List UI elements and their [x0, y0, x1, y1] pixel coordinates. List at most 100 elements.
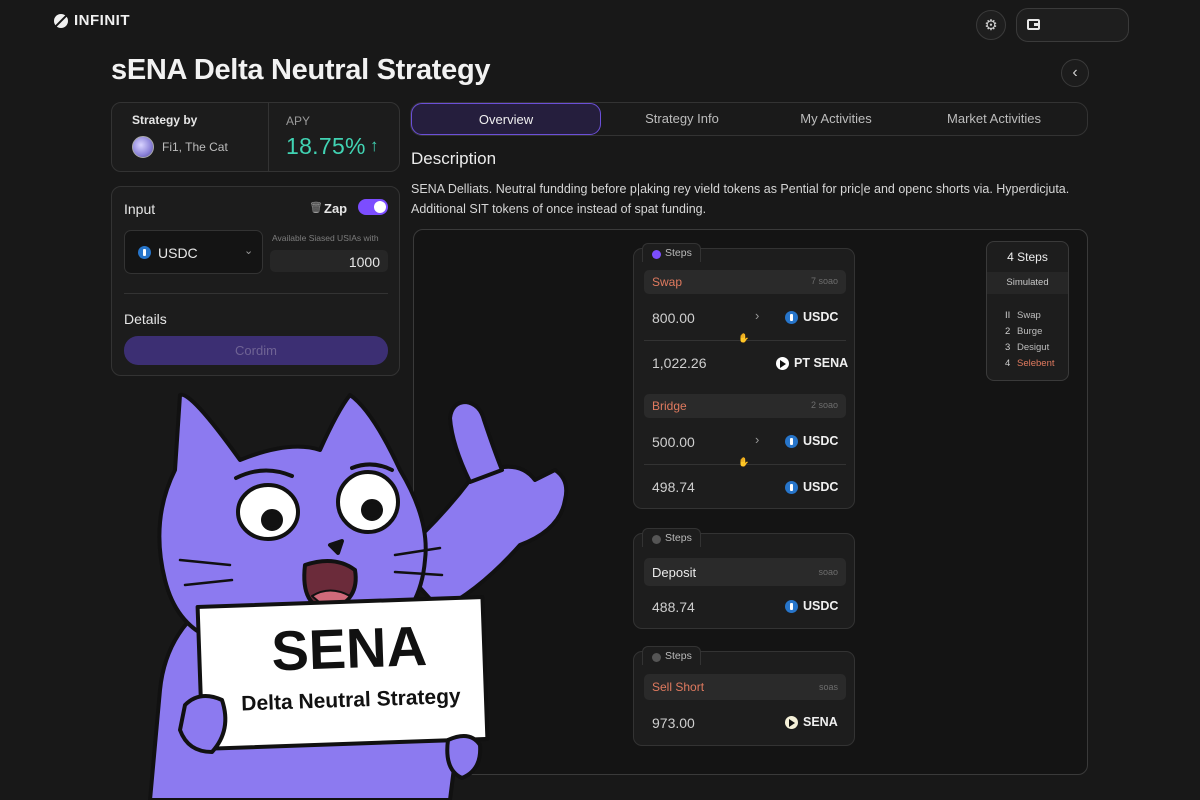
bridge-to-amount: 498.74 [652, 479, 695, 495]
step-sell-short-title: Sell Short [652, 680, 705, 694]
tab-market-activities[interactable]: Market Activities [909, 103, 1079, 135]
summary-item-label: Burge [1017, 326, 1043, 337]
summary-item[interactable]: 4 Selebent [1005, 356, 1055, 372]
token-label: USDC [803, 599, 839, 613]
bridge-from-token: USDC [785, 434, 838, 448]
author-avatar[interactable] [132, 136, 154, 158]
token-label: USDC [803, 434, 839, 448]
back-button[interactable]: ‹ [1061, 59, 1089, 87]
wallet-icon [1027, 19, 1040, 30]
swap-from-token: USDC [785, 310, 838, 324]
step-bridge-title: Bridge [652, 399, 687, 413]
zap-toggle[interactable] [358, 199, 388, 215]
top-bar: INFINIT ⚙ [0, 0, 1200, 48]
pt-sena-icon [776, 356, 789, 370]
usdc-icon [138, 246, 151, 259]
bridge-to-token: USDC [785, 480, 838, 494]
tab-strategy-info[interactable]: Strategy Info [601, 103, 763, 135]
summary-item-number: II [1005, 310, 1011, 321]
step-sell-short-meta: soas [818, 682, 838, 692]
tab-my-activities[interactable]: My Activities [763, 103, 909, 135]
status-dot-icon [652, 653, 661, 662]
step-group-tag: Steps [642, 528, 701, 547]
sell-short-token: SENA [785, 715, 838, 729]
swap-to-amount: 1,022.26 [652, 355, 707, 371]
step-group-2: Steps Deposit soao 488.74 USDC [633, 528, 855, 629]
step-group-tag-label: Steps [665, 247, 692, 259]
status-dot-icon [652, 250, 661, 259]
swap-from-amount: 800.00 [652, 310, 695, 326]
amount-value: 1000 [348, 254, 380, 270]
author-name[interactable]: Fi1, The Cat [162, 140, 228, 154]
summary-item[interactable]: II Swap [1005, 308, 1055, 324]
usdc-icon [785, 434, 798, 448]
summary-status: Simulated [987, 272, 1068, 294]
infinit-logo-icon [54, 13, 68, 28]
summary-item[interactable]: 2 Burge [1005, 324, 1055, 340]
apy-value: 18.75% [286, 133, 366, 159]
amount-input[interactable]: 1000 [270, 250, 388, 272]
drag-handle-icon[interactable]: ✋ [738, 333, 749, 344]
token-label: PT SENA [794, 356, 849, 370]
step-bridge-meta: 2 soao [810, 400, 838, 410]
token-select[interactable]: USDC ⌄ [124, 230, 263, 274]
step-swap-header[interactable]: Swap 7 soao [644, 270, 846, 294]
summary-title: 4 Steps [1007, 250, 1048, 264]
token-label: SENA [803, 715, 838, 729]
step-swap-title: Swap [652, 275, 683, 289]
brand[interactable]: INFINIT [54, 12, 130, 29]
strategy-author-section: Strategy by Fi1, The Cat [112, 103, 269, 171]
deposit-amount: 488.74 [652, 599, 695, 615]
page-title: sENA Delta Neutral Strategy [111, 54, 491, 86]
usdc-icon [785, 599, 798, 613]
summary-item-label: Swap [1017, 310, 1041, 321]
chevron-right-icon: › [755, 308, 760, 323]
summary-item-number: 3 [1005, 342, 1011, 353]
step-group-3: Steps Sell Short soas 973.00 SENA [633, 646, 855, 746]
arrow-up-icon: ↑ [370, 136, 379, 155]
brand-name: INFINIT [74, 12, 130, 29]
summary-item-label: Desigut [1017, 342, 1050, 353]
steps-summary: 4 Steps Simulated II Swap 2 Burge 3 Desigut… [986, 241, 1069, 381]
divider [124, 293, 388, 294]
deposit-token: USDC [785, 599, 838, 613]
input-label: Input [124, 201, 156, 217]
sell-short-amount: 973.00 [652, 715, 695, 731]
swap-to-token: PT SENA [776, 356, 848, 370]
chevron-down-icon: ⌄ [244, 245, 254, 257]
summary-item-number: 2 [1005, 326, 1011, 337]
step-group-tag: Steps [642, 243, 701, 262]
bridge-from-amount: 500.00 [652, 434, 695, 450]
chevron-left-icon: ‹ [1072, 64, 1078, 81]
step-bridge-header[interactable]: Bridge 2 soao [644, 394, 846, 418]
settings-button[interactable]: ⚙ [976, 10, 1006, 40]
token-label: USDC [803, 310, 839, 324]
sena-icon [785, 715, 798, 729]
step-deposit-title: Deposit [652, 565, 697, 580]
step-swap-meta: 7 soao [810, 276, 838, 286]
summary-list: II Swap 2 Burge 3 Desigut 4 Selebent [1005, 308, 1055, 372]
summary-item[interactable]: 3 Desigut [1005, 340, 1055, 356]
available-balance-label: Available Siased USIAs with [272, 233, 379, 243]
apy-label: APY [286, 114, 311, 128]
drag-handle-icon[interactable]: ✋ [738, 457, 749, 468]
status-dot-icon [652, 535, 661, 544]
strategy-card: Strategy by Fi1, The Cat APY 18.75% ↑ [111, 102, 400, 172]
sign-title: SENA [270, 614, 428, 682]
step-sell-short-header[interactable]: Sell Short soas [644, 674, 846, 700]
details-label[interactable]: Details [124, 311, 167, 327]
step-group-tag-label: Steps [665, 532, 692, 544]
summary-item-label: Selebent [1017, 358, 1055, 369]
chevron-right-icon: › [755, 432, 760, 447]
trash-icon[interactable]: 🗑 [309, 201, 323, 214]
strategy-by-label: Strategy by [132, 113, 198, 127]
step-group-tag-label: Steps [665, 650, 692, 662]
tab-overview[interactable]: Overview [411, 103, 601, 135]
zap-label: Zap [324, 201, 348, 216]
wallet-button[interactable] [1016, 8, 1129, 42]
confirm-button[interactable]: Cordim [124, 336, 388, 365]
step-deposit-header[interactable]: Deposit soao [644, 558, 846, 586]
tab-bar: Overview Strategy Info My Activities Mar… [410, 102, 1088, 136]
usdc-icon [785, 480, 798, 494]
description-title: Description [411, 149, 497, 168]
